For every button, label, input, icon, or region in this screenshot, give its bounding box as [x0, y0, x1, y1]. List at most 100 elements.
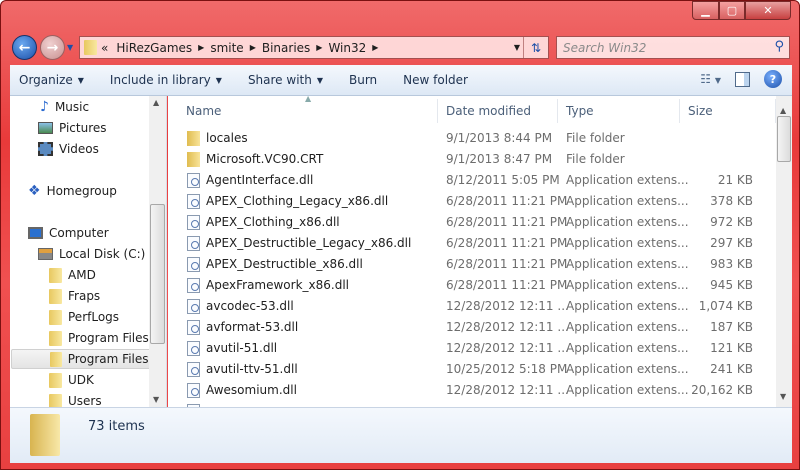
file-row[interactable]: avformat-53.dll 12/28/2012 12:11 ... App…	[168, 317, 776, 338]
nav-item-perflogs[interactable]: PerfLogs	[49, 307, 119, 327]
nav-item-pictures[interactable]: Pictures	[38, 118, 107, 138]
nav-label: Users	[68, 394, 102, 407]
file-date: 6/28/2011 11:21 PM	[446, 278, 568, 292]
minimize-button[interactable]: ▁	[692, 1, 719, 20]
folder-icon	[49, 288, 62, 304]
nav-item-users[interactable]: Users	[49, 391, 102, 407]
breadcrumb-overflow[interactable]: «	[101, 41, 108, 55]
music-icon: ♪	[40, 99, 49, 115]
column-size[interactable]: Size	[680, 99, 776, 123]
refresh-button[interactable]: ⇅	[523, 37, 548, 58]
breadcrumb-hirezgames[interactable]: HiRezGames	[116, 41, 192, 55]
file-row[interactable]: APEX_Destructible_x86.dll 6/28/2011 11:2…	[168, 254, 776, 275]
burn-button[interactable]: Burn	[340, 65, 386, 95]
nav-scrollbar[interactable]: ▲ ▼	[149, 96, 166, 407]
back-button[interactable]: ←	[12, 35, 37, 60]
file-row[interactable]: APEX_Clothing_Legacy_x86.dll 6/28/2011 1…	[168, 191, 776, 212]
dll-file-icon	[187, 173, 200, 188]
computer-icon	[28, 227, 43, 239]
file-row[interactable]: locales 9/1/2013 8:44 PM File folder	[168, 128, 776, 149]
file-type: Application extens...	[566, 236, 689, 250]
file-row[interactable]: ApexFramework_x86.dll 6/28/2011 11:21 PM…	[168, 275, 776, 296]
column-date-modified[interactable]: Date modified	[438, 99, 558, 123]
organize-label: Organize	[19, 73, 73, 87]
file-date: 6/28/2011 11:21 PM	[446, 215, 568, 229]
maximize-button[interactable]: ▢	[719, 1, 745, 20]
chevron-right-icon[interactable]: ▶	[198, 43, 204, 52]
help-icon[interactable]: ?	[764, 70, 782, 88]
nav-item-music[interactable]: ♪ Music	[40, 97, 89, 117]
search-box[interactable]: Search Win32 ⚲	[556, 36, 790, 59]
dll-file-icon	[187, 299, 200, 314]
file-row[interactable]: AgentInterface.dll 8/12/2011 5:05 PM App…	[168, 170, 776, 191]
close-button[interactable]: ✕	[745, 1, 791, 20]
folder-icon	[49, 330, 62, 346]
file-scroll-thumb[interactable]	[777, 116, 791, 162]
nav-item-amd[interactable]: AMD	[49, 265, 96, 285]
dll-file-icon	[187, 278, 200, 293]
file-date: 6/28/2011 11:21 PM	[446, 236, 568, 250]
nav-item-computer[interactable]: Computer	[28, 223, 109, 243]
file-name: Microsoft.VC90.CRT	[206, 152, 324, 166]
column-headers: Name Date modified Type Size	[168, 99, 776, 123]
nav-item-fraps[interactable]: Fraps	[49, 286, 100, 306]
forward-button[interactable]: →	[40, 35, 65, 60]
chevron-right-icon[interactable]: ▶	[250, 43, 256, 52]
address-dropdown-icon[interactable]: ▼	[514, 43, 520, 52]
folder-icon	[30, 414, 60, 456]
recent-pages-dropdown[interactable]: ▼	[67, 43, 73, 52]
include-in-library-button[interactable]: Include in library ▼	[101, 65, 231, 95]
file-date: 12/28/2012 12:11 ...	[446, 320, 569, 334]
scroll-down-icon[interactable]: ▼	[153, 395, 159, 404]
file-row[interactable]: avutil-51.dll 12/28/2012 12:11 ... Appli…	[168, 338, 776, 359]
file-name: locales	[206, 131, 248, 145]
search-icon[interactable]: ⚲	[774, 39, 784, 54]
search-input[interactable]: Search Win32	[563, 41, 646, 55]
homegroup-icon: ❖	[28, 183, 41, 199]
address-bar[interactable]: « HiRezGames ▶ smite ▶ Binaries ▶ Win32 ▶ ▼ …	[79, 36, 549, 59]
file-type: Application extens...	[566, 194, 689, 208]
column-type[interactable]: Type	[558, 99, 680, 123]
dll-file-icon	[187, 215, 200, 230]
view-options-button[interactable]: ☷ ▼	[700, 72, 721, 86]
file-date: 9/1/2013 8:44 PM	[446, 131, 553, 145]
breadcrumb-win32[interactable]: Win32	[328, 41, 366, 55]
new-folder-button[interactable]: New folder	[394, 65, 477, 95]
nav-item-homegroup[interactable]: ❖ Homegroup	[28, 181, 117, 201]
nav-item-videos[interactable]: Videos	[38, 139, 99, 159]
file-row[interactable]: avutil-ttv-51.dll 10/25/2012 5:18 PM App…	[168, 359, 776, 380]
dropdown-arrow-icon: ▼	[215, 75, 222, 85]
organize-button[interactable]: Organize ▼	[10, 65, 93, 95]
scroll-up-icon[interactable]: ▲	[780, 106, 786, 115]
share-with-button[interactable]: Share with ▼	[239, 65, 332, 95]
nav-item-program-files-x86[interactable]: Program Files (	[11, 349, 158, 369]
column-name[interactable]: Name	[178, 99, 438, 123]
file-list-scrollbar[interactable]: ▲ ▼	[776, 96, 792, 407]
nav-label: Pictures	[59, 121, 107, 135]
file-row[interactable]: Microsoft.VC90.CRT 9/1/2013 8:47 PM File…	[168, 149, 776, 170]
breadcrumb-smite[interactable]: smite	[210, 41, 243, 55]
file-row[interactable]: Awesomium.dll 12/28/2012 12:11 ... Appli…	[168, 380, 776, 401]
file-type: Application extens...	[566, 341, 689, 355]
preview-pane-icon[interactable]	[735, 71, 750, 87]
nav-item-program-files[interactable]: Program Files	[49, 328, 149, 348]
file-name: APEX_Destructible_Legacy_x86.dll	[206, 236, 412, 250]
file-date: 6/28/2011 11:21 PM	[446, 194, 568, 208]
scroll-up-icon[interactable]: ▲	[153, 98, 159, 107]
scroll-down-icon[interactable]: ▼	[780, 392, 786, 401]
chevron-right-icon[interactable]: ▶	[316, 43, 322, 52]
nav-item-local-disk[interactable]: Local Disk (C:)	[38, 244, 145, 264]
dll-file-icon	[187, 236, 200, 251]
file-row[interactable]: APEX_Destructible_Legacy_x86.dll 6/28/20…	[168, 233, 776, 254]
nav-item-udk[interactable]: UDK	[49, 370, 94, 390]
file-row[interactable]: avcodec-53.dll 12/28/2012 12:11 ... Appl…	[168, 296, 776, 317]
details-pane: 73 items	[10, 407, 792, 463]
nav-scroll-thumb[interactable]	[150, 204, 165, 344]
file-name: Awesomium.dll	[206, 383, 297, 397]
file-size: 20,162 KB	[691, 383, 753, 397]
file-type: Application extens...	[566, 257, 689, 271]
chevron-right-icon[interactable]: ▶	[372, 43, 378, 52]
breadcrumb-binaries[interactable]: Binaries	[262, 41, 310, 55]
file-row[interactable]: APEX_Clothing_x86.dll 6/28/2011 11:21 PM…	[168, 212, 776, 233]
file-type: Application extens...	[566, 215, 689, 229]
